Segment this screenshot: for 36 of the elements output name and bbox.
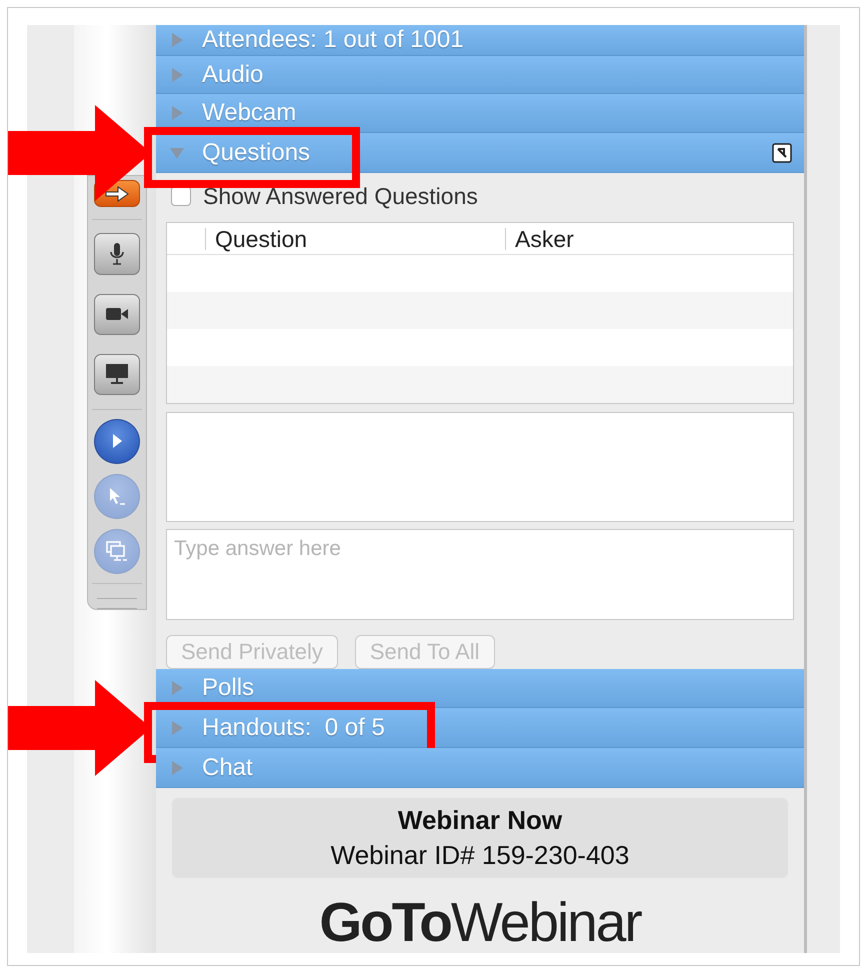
section-header[interactable]: Handouts: 0 of 5 — [156, 708, 804, 748]
camera-icon — [105, 307, 129, 322]
section-title: Questions — [202, 138, 310, 166]
section-header[interactable]: Questions — [156, 133, 804, 173]
pointer-button[interactable] — [94, 474, 140, 520]
microphone-icon — [109, 242, 125, 266]
monitor-icon — [105, 363, 129, 386]
pointer-icon — [108, 486, 126, 507]
section-header[interactable]: Attendees: 1 out of 1001 — [156, 25, 804, 56]
checkbox[interactable] — [171, 186, 191, 206]
section-title: Audio — [202, 60, 264, 88]
checkbox-label: Show Answered Questions — [203, 182, 478, 210]
webcam-button[interactable] — [94, 294, 140, 335]
play-button[interactable] — [94, 418, 140, 464]
webinar-id: Webinar ID# 159-230-403 — [330, 840, 630, 871]
section-title: Polls — [202, 674, 254, 701]
section-title: Chat — [202, 754, 253, 780]
section-header[interactable]: Chat — [156, 748, 804, 788]
section-title: Attendees: 1 out of 1001 — [202, 26, 464, 53]
logo: GoToWebinar — [319, 890, 641, 954]
grip-handle[interactable] — [97, 598, 137, 609]
arrow-icon — [104, 186, 130, 202]
section-title: Webcam — [202, 99, 296, 126]
play-icon — [111, 433, 123, 450]
answer-field[interactable]: Type answer here — [166, 529, 794, 620]
microphone-button[interactable] — [94, 233, 140, 275]
webinar-title: Webinar Now — [398, 805, 562, 836]
column-header[interactable]: Asker — [505, 228, 574, 250]
screens-icon — [106, 540, 128, 563]
screens-button[interactable] — [94, 529, 140, 574]
column-header[interactable]: Question — [205, 228, 505, 250]
screen-share-button[interactable] — [94, 354, 140, 395]
section-header[interactable]: Webcam — [156, 94, 804, 133]
section-title: Handouts: 0 of 5 — [202, 714, 385, 740]
section-header[interactable]: Audio — [156, 56, 804, 94]
section-header[interactable]: Polls — [156, 669, 804, 708]
